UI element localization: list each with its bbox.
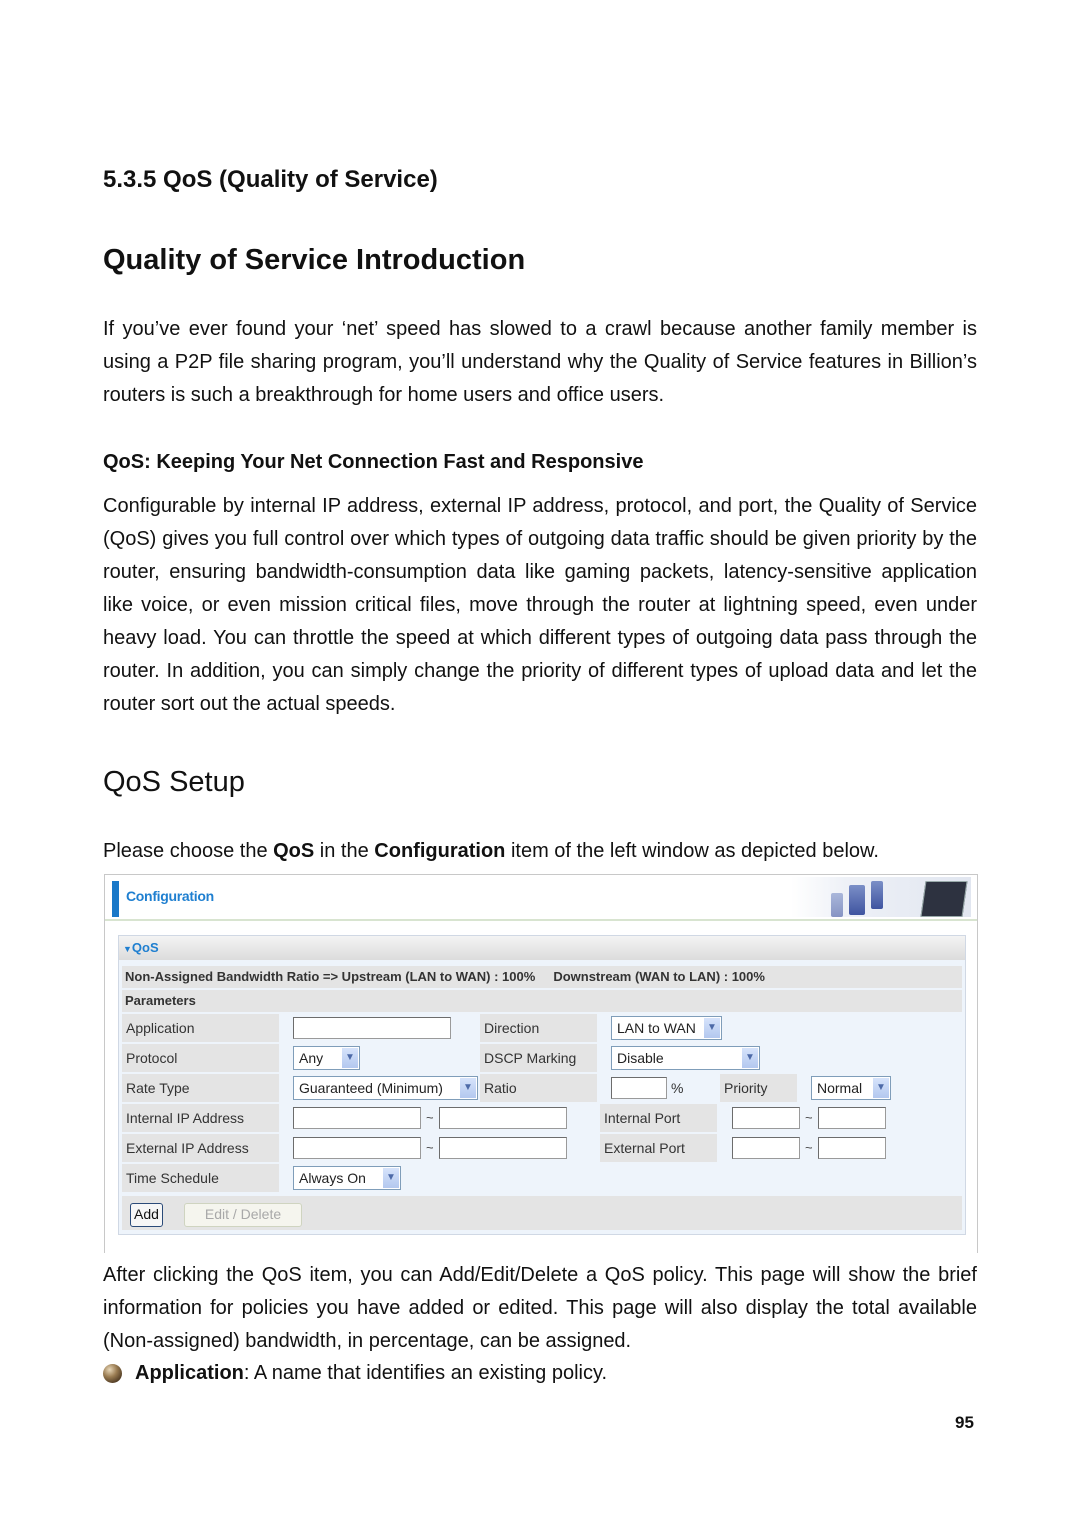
instruction-qos: QoS xyxy=(273,840,315,862)
application-input[interactable] xyxy=(293,1017,451,1039)
rate-type-label: Rate Type xyxy=(122,1074,279,1102)
instruction-configuration: Configuration xyxy=(374,840,506,862)
configuration-title: Configuration xyxy=(126,888,214,904)
router-ui-screenshot: Configuration ▼QoS Non-Assigned Bandwidt… xyxy=(104,874,978,1253)
chevron-down-icon: ▼ xyxy=(704,1018,720,1038)
ratio-input[interactable] xyxy=(611,1077,667,1099)
bullet-sphere-icon xyxy=(103,1364,122,1383)
chevron-down-icon: ▼ xyxy=(383,1168,399,1188)
add-button[interactable]: Add xyxy=(130,1203,163,1227)
parameters-row: Parameters xyxy=(122,990,962,1012)
page-number: 95 xyxy=(955,1413,974,1432)
instruction-text: Please choose the xyxy=(103,840,274,862)
rate-type-value: Guaranteed (Minimum) xyxy=(299,1080,443,1096)
instruction-text: item of the left window as depicted belo… xyxy=(505,840,879,862)
monitor-icon xyxy=(920,881,968,917)
bandwidth-ratio-row: Non-Assigned Bandwidth Ratio => Upstream… xyxy=(122,966,962,988)
chair-icon xyxy=(831,893,843,917)
intro-paragraph: If you’ve ever found your ‘net’ speed ha… xyxy=(103,318,977,406)
internal-ip-end-input[interactable] xyxy=(439,1107,567,1129)
office-banner-image xyxy=(791,877,971,917)
chevron-down-icon: ▼ xyxy=(873,1078,889,1098)
priority-label: Priority xyxy=(720,1074,797,1102)
range-separator: ~ xyxy=(426,1140,434,1155)
time-schedule-select[interactable]: Always On ▼ xyxy=(293,1166,401,1190)
qos-title-text: QoS xyxy=(131,940,159,955)
section-heading: 5.3.5 QoS (Quality of Service) xyxy=(103,166,438,193)
setup-heading: QoS Setup xyxy=(103,766,245,798)
priority-select[interactable]: Normal ▼ xyxy=(811,1076,891,1100)
edit-delete-button[interactable]: Edit / Delete xyxy=(184,1203,302,1227)
qos-paragraph: Configurable by internal IP address, ext… xyxy=(103,495,977,715)
protocol-select[interactable]: Any ▼ xyxy=(293,1046,360,1070)
external-port-start-input[interactable] xyxy=(732,1137,800,1159)
chevron-down-icon: ▼ xyxy=(460,1078,476,1098)
internal-ip-label: Internal IP Address xyxy=(122,1104,279,1132)
bullet-term: Application xyxy=(135,1362,244,1384)
range-separator: ~ xyxy=(426,1110,434,1125)
external-ip-end-input[interactable] xyxy=(439,1137,567,1159)
button-bar: Add Edit / Delete xyxy=(122,1196,962,1230)
chair-icon xyxy=(849,885,865,915)
time-schedule-value: Always On xyxy=(299,1170,366,1186)
chevron-down-icon: ▼ xyxy=(342,1048,358,1068)
internal-port-label: Internal Port xyxy=(600,1104,717,1132)
header-accent-bar xyxy=(112,881,119,917)
range-separator: ~ xyxy=(805,1110,813,1125)
qos-titlebar[interactable]: ▼QoS xyxy=(119,936,965,960)
intro-heading: Quality of Service Introduction xyxy=(103,244,526,276)
qos-subheading: QoS: Keeping Your Net Connection Fast an… xyxy=(103,451,644,473)
qos-panel: ▼QoS Non-Assigned Bandwidth Ratio => Ups… xyxy=(118,935,966,1235)
external-port-label: External Port xyxy=(600,1134,717,1162)
internal-ip-start-input[interactable] xyxy=(293,1107,421,1129)
instruction-text: in the xyxy=(314,840,375,862)
ratio-label: Ratio xyxy=(480,1074,597,1102)
dscp-select[interactable]: Disable ▼ xyxy=(611,1046,760,1070)
internal-port-start-input[interactable] xyxy=(732,1107,800,1129)
chevron-down-icon: ▼ xyxy=(742,1048,758,1068)
qos-panel-title: ▼QoS xyxy=(123,940,159,955)
ratio-unit: % xyxy=(671,1080,684,1096)
collapse-triangle-icon: ▼ xyxy=(123,944,132,954)
bullet-description: : A name that identifies an existing pol… xyxy=(243,1362,608,1384)
time-schedule-label: Time Schedule xyxy=(122,1164,279,1192)
dscp-value: Disable xyxy=(617,1050,664,1066)
direction-select[interactable]: LAN to WAN ▼ xyxy=(611,1016,722,1040)
external-ip-start-input[interactable] xyxy=(293,1137,421,1159)
configuration-header: Configuration xyxy=(105,875,977,921)
protocol-label: Protocol xyxy=(122,1044,279,1072)
external-port-end-input[interactable] xyxy=(818,1137,886,1159)
priority-value: Normal xyxy=(817,1080,863,1096)
external-ip-label: External IP Address xyxy=(122,1134,279,1162)
bullet-item: Application: A name that identifies an e… xyxy=(103,1357,607,1390)
internal-port-end-input[interactable] xyxy=(818,1107,886,1129)
setup-instruction: Please choose the QoS in the Configurati… xyxy=(103,835,977,868)
dscp-label: DSCP Marking xyxy=(480,1044,597,1072)
rate-type-select[interactable]: Guaranteed (Minimum) ▼ xyxy=(293,1076,478,1100)
application-label: Application xyxy=(122,1014,279,1042)
range-separator: ~ xyxy=(805,1140,813,1155)
direction-value: LAN to WAN xyxy=(617,1020,696,1036)
chair-icon xyxy=(871,881,883,909)
direction-label: Direction xyxy=(480,1014,597,1042)
after-paragraph: After clicking the QoS item, you can Add… xyxy=(103,1264,977,1352)
protocol-value: Any xyxy=(299,1050,324,1066)
